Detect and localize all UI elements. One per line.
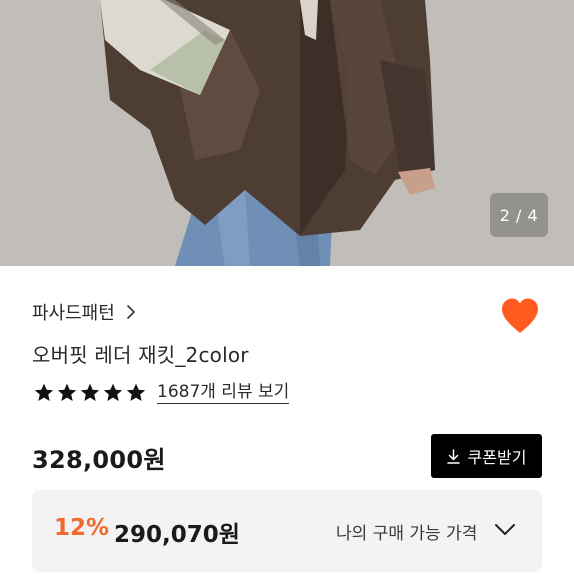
my-price-label: 나의 구매 가능 가격 xyxy=(336,524,478,544)
product-title: 오버핏 레더 재킷_2color xyxy=(32,343,249,367)
discount-rate: 12% xyxy=(54,515,110,541)
star-icon xyxy=(57,383,77,401)
brand-link[interactable]: 파사드패턴 xyxy=(32,299,137,325)
star-icon xyxy=(103,383,123,401)
chevron-down-icon[interactable] xyxy=(494,523,516,537)
coupon-button[interactable]: 쿠폰받기 xyxy=(431,434,542,478)
product-photo xyxy=(0,0,574,266)
star-icon xyxy=(80,383,100,401)
download-icon xyxy=(446,448,460,464)
rating-row: 1687개 리뷰 보기 xyxy=(33,382,290,404)
product-image[interactable]: 2 / 4 xyxy=(0,0,574,266)
coupon-button-label: 쿠폰받기 xyxy=(467,448,527,467)
brand-name: 파사드패턴 xyxy=(32,303,115,324)
my-price-panel[interactable]: 12% 290,070원 나의 구매 가능 가격 xyxy=(32,490,542,572)
discount-price: 290,070원 xyxy=(114,522,240,548)
star-icon xyxy=(126,383,146,401)
star-rating xyxy=(33,382,147,404)
review-link[interactable]: 1687개 리뷰 보기 xyxy=(157,382,290,404)
heart-icon[interactable] xyxy=(500,297,540,335)
star-icon xyxy=(34,383,54,401)
image-counter: 2 / 4 xyxy=(490,193,548,237)
chevron-right-icon xyxy=(127,305,135,319)
original-price: 328,000원 xyxy=(32,446,166,474)
